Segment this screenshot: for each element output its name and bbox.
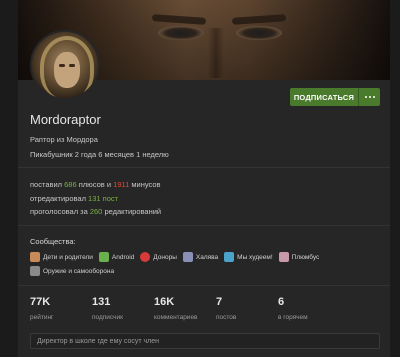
divider bbox=[18, 285, 390, 286]
count-value: 6 bbox=[278, 296, 285, 308]
community-weapons[interactable]: Оружие и самооборона bbox=[30, 266, 114, 276]
family-icon bbox=[30, 252, 40, 262]
stat-text: отредактировал bbox=[30, 194, 89, 203]
count-value: 131 bbox=[92, 296, 111, 308]
divider bbox=[18, 225, 390, 226]
profile-card: ПОДПИСАТЬСЯ Mordoraptor Раптор из Мордор… bbox=[18, 0, 390, 357]
community-label: Дети и родители bbox=[43, 253, 93, 261]
stat-votes: поставил 686 плюсов и 1911 минусов bbox=[30, 180, 161, 189]
divider bbox=[18, 167, 390, 168]
scale-icon bbox=[224, 252, 235, 262]
note-input[interactable] bbox=[30, 333, 380, 349]
community-label: Оружие и самооборона bbox=[43, 267, 115, 275]
avatar-art bbox=[59, 64, 65, 67]
count-comments[interactable]: 16K комментариев bbox=[154, 296, 216, 321]
count-label: постов bbox=[216, 314, 237, 321]
community-donors[interactable]: Доноры bbox=[140, 252, 177, 262]
edited-posts-link[interactable]: 131 пост bbox=[88, 194, 118, 203]
more-dots-icon bbox=[372, 96, 375, 98]
community-label: Доноры bbox=[153, 253, 177, 261]
count-subscribers[interactable]: 131 подписчик bbox=[92, 296, 154, 321]
profile-counts: 77K рейтинг 131 подписчик 16K комментариев … bbox=[30, 296, 340, 321]
stat-voted: проголосовал за 260 редактирований bbox=[30, 207, 161, 216]
android-icon bbox=[98, 252, 109, 262]
avatar[interactable] bbox=[30, 30, 100, 100]
count-hot[interactable]: 6 в горячем bbox=[278, 296, 340, 321]
profile-tenure: Пикабушник 2 года 6 месяцев 1 неделю bbox=[30, 150, 169, 159]
community-lose-weight[interactable]: Мы худеем! bbox=[224, 252, 273, 262]
stat-text: минусов bbox=[129, 180, 161, 189]
count-value: 7 bbox=[216, 296, 223, 308]
community-label: Мы худеем! bbox=[237, 253, 273, 261]
community-label: Android bbox=[111, 253, 135, 261]
count-label: в горячем bbox=[278, 314, 308, 321]
stat-text: проголосовал за bbox=[30, 207, 90, 216]
communities-title: Сообщества: bbox=[30, 237, 76, 246]
communities-row-1: Дети и родители Android Доноры Халява Мы… bbox=[30, 252, 319, 262]
more-options-button[interactable] bbox=[358, 88, 380, 106]
community-family[interactable]: Дети и родители bbox=[30, 252, 93, 262]
community-android[interactable]: Android bbox=[98, 252, 135, 262]
count-posts[interactable]: 7 постов bbox=[216, 296, 278, 321]
communities-row-2: Оружие и самооборона bbox=[30, 266, 114, 276]
community-label: Халява bbox=[195, 253, 219, 261]
stat-text: поставил bbox=[30, 180, 65, 189]
community-freebies[interactable]: Халява bbox=[182, 252, 219, 262]
minuses-count: 1911 bbox=[113, 180, 130, 189]
stat-text: плюсов и bbox=[76, 180, 114, 189]
pluses-count: 686 bbox=[64, 180, 77, 189]
count-label: подписчик bbox=[92, 314, 123, 321]
subscribe-label[interactable]: ПОДПИСАТЬСЯ bbox=[290, 93, 358, 102]
count-label: комментариев bbox=[154, 314, 198, 321]
community-label: Плюмбус bbox=[291, 253, 320, 261]
avatar-art bbox=[54, 52, 80, 88]
plumbus-icon bbox=[278, 252, 289, 262]
username: Mordoraptor bbox=[30, 112, 101, 127]
profile-subtitle: Раптор из Мордора bbox=[30, 135, 98, 144]
stat-edited: отредактировал 131 пост bbox=[30, 194, 118, 203]
more-dots-icon bbox=[364, 96, 367, 98]
count-rating[interactable]: 77K рейтинг bbox=[30, 296, 92, 321]
stat-text: редактирований bbox=[102, 207, 162, 216]
count-value: 16K bbox=[154, 296, 175, 308]
community-plumbus[interactable]: Плюмбус bbox=[278, 252, 320, 262]
voted-count: 260 bbox=[89, 207, 103, 216]
avatar-art bbox=[69, 64, 75, 67]
weapon-icon bbox=[30, 266, 40, 276]
count-label: рейтинг bbox=[30, 314, 54, 321]
subscribe-button[interactable]: ПОДПИСАТЬСЯ bbox=[290, 88, 380, 106]
more-dots-icon bbox=[368, 96, 371, 98]
gift-icon bbox=[182, 252, 193, 262]
count-value: 77K bbox=[30, 296, 51, 308]
heart-icon bbox=[140, 252, 151, 262]
